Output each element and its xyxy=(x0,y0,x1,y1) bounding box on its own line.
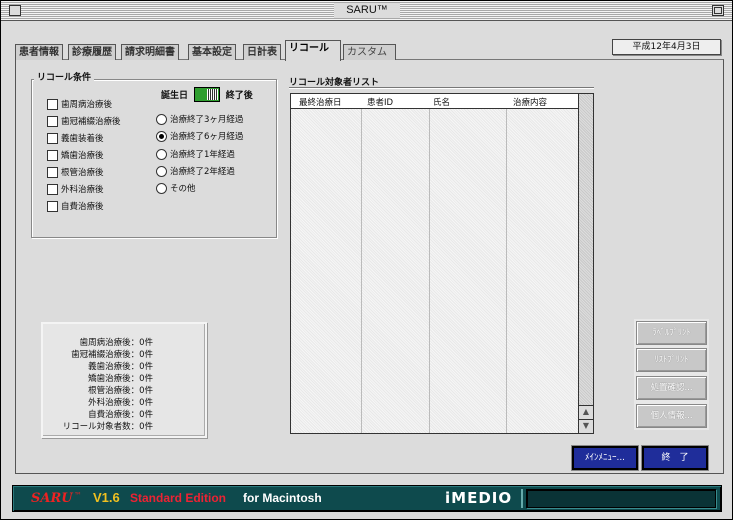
recall-summary-box: 歯周病治療後：0件 歯冠補綴治療後：0件 義歯治療後：0件 矯歯治療後：0件 根… xyxy=(41,322,207,438)
summary-root-canal: 根管治療後：0件 xyxy=(88,386,153,396)
radio-button[interactable] xyxy=(156,113,167,125)
toggle-right-label: 終了後 xyxy=(225,91,253,101)
checkbox-label: 自費治療後 xyxy=(61,202,104,212)
tab-basic-settings[interactable]: 基本設定 xyxy=(188,44,236,60)
zoom-box-icon[interactable] xyxy=(712,5,724,16)
recall-list[interactable]: 最終治療日 患者ID 氏名 治療内容 ▲ ▼ xyxy=(290,93,594,434)
radio-button[interactable] xyxy=(156,165,167,177)
radio-other[interactable]: その他 xyxy=(156,182,196,195)
footer-platform: for Macintosh xyxy=(243,491,322,505)
footer-version: V1.6 xyxy=(93,490,120,505)
checkbox-box[interactable] xyxy=(47,98,58,110)
summary-crown-prosthesis: 歯冠補綴治療後：0件 xyxy=(71,350,153,360)
checkbox-surgery[interactable]: 外科治療後 xyxy=(47,183,104,196)
checkbox-box[interactable] xyxy=(47,200,58,212)
recall-list-title-divider xyxy=(289,87,594,89)
treatment-confirm-button[interactable]: 処置確認... xyxy=(636,376,707,400)
list-print-button[interactable]: ﾘｽﾄﾌﾟﾘﾝﾄ xyxy=(636,348,707,372)
checkbox-label: 根管治療後 xyxy=(61,168,104,178)
radio-label: 治療終了6ヶ月経過 xyxy=(170,132,244,142)
column-separator xyxy=(506,109,507,433)
toggle-left-label: 誕生日 xyxy=(161,91,189,101)
checkbox-box[interactable] xyxy=(47,115,58,127)
recall-list-header: 最終治療日 患者ID 氏名 治療内容 xyxy=(291,94,578,109)
checkbox-orthodontic[interactable]: 矯歯治療後 xyxy=(47,149,104,162)
birthday-end-toggle[interactable] xyxy=(193,87,220,102)
tab-billing-statement[interactable]: 請求明細書 xyxy=(121,44,179,60)
footer-edition: Standard Edition xyxy=(130,491,226,505)
column-header-last-treatment-date[interactable]: 最終治療日 xyxy=(299,96,342,108)
column-separator xyxy=(429,109,430,433)
radio-label: 治療終了1年経過 xyxy=(170,150,235,160)
exit-button[interactable]: 終 了 xyxy=(642,446,708,470)
scrollbar-track[interactable] xyxy=(579,94,593,405)
tab-recall[interactable]: リコール xyxy=(285,40,341,61)
column-header-name[interactable]: 氏名 xyxy=(433,96,450,108)
radio-label: 治療終了2年経過 xyxy=(170,167,235,177)
checkbox-box[interactable] xyxy=(47,166,58,178)
personal-info-button[interactable]: 個人情報... xyxy=(636,404,707,428)
tab-patient-info[interactable]: 患者情報 xyxy=(15,44,63,60)
footer-logo: SARU xyxy=(31,491,73,506)
checkbox-label: 義歯装着後 xyxy=(61,134,104,144)
summary-recall-total: リコール対象者数：0件 xyxy=(62,422,153,432)
tab-custom[interactable]: カスタム xyxy=(343,44,396,60)
recall-conditions-title: リコール条件 xyxy=(34,73,95,84)
main-menu-button[interactable]: ﾒｲﾝﾒﾆｭｰ... xyxy=(572,446,638,470)
checkbox-denture[interactable]: 義歯装着後 xyxy=(47,132,104,145)
window-title: SARU™ xyxy=(334,3,400,18)
radio-button-selected[interactable] xyxy=(156,130,167,142)
title-bar[interactable]: SARU™ xyxy=(1,1,732,21)
recall-list-scrollbar[interactable]: ▲ ▼ xyxy=(578,94,593,433)
checkbox-label: 矯歯治療後 xyxy=(61,151,104,161)
radio-label: その他 xyxy=(170,184,196,194)
recall-list-body[interactable] xyxy=(291,109,578,433)
column-separator xyxy=(361,109,362,433)
close-box-icon[interactable] xyxy=(9,5,21,16)
checkbox-label: 歯冠補綴治療後 xyxy=(61,117,121,127)
checkbox-box[interactable] xyxy=(47,132,58,144)
column-header-patient-id[interactable]: 患者ID xyxy=(367,96,393,108)
checkbox-root-canal[interactable]: 根管治療後 xyxy=(47,166,104,179)
tab-daily-report[interactable]: 日計表 xyxy=(243,44,281,60)
footer-divider xyxy=(521,489,523,508)
checkbox-self-pay[interactable]: 自費治療後 xyxy=(47,200,104,213)
summary-denture: 義歯治療後：0件 xyxy=(88,362,153,372)
summary-self-pay: 自費治療後：0件 xyxy=(88,410,153,420)
radio-3-months[interactable]: 治療終了3ヶ月経過 xyxy=(156,113,243,126)
checkbox-label: 歯周病治療後 xyxy=(61,100,113,110)
summary-surgery: 外科治療後：0件 xyxy=(88,398,153,408)
scroll-down-arrow-icon[interactable]: ▼ xyxy=(579,419,593,433)
footer-bar: SARU ™ V1.6 Standard Edition for Macinto… xyxy=(12,485,722,512)
date-display: 平成12年4月3日 xyxy=(612,39,721,55)
footer-trademark: ™ xyxy=(74,491,82,500)
checkbox-label: 外科治療後 xyxy=(61,185,104,195)
radio-6-months[interactable]: 治療終了6ヶ月経過 xyxy=(156,130,243,143)
checkbox-box[interactable] xyxy=(47,149,58,161)
footer-status-panel xyxy=(526,489,716,508)
label-print-button[interactable]: ﾗﾍﾞﾙﾌﾟﾘﾝﾄ xyxy=(636,321,707,345)
tab-treatment-history[interactable]: 診療履歴 xyxy=(68,44,116,60)
summary-periodontal: 歯周病治療後：0件 xyxy=(79,338,153,348)
radio-label: 治療終了3ヶ月経過 xyxy=(170,115,244,125)
saru-window: SARU™ 患者情報 診療履歴 請求明細書 基本設定 日計表 リコール カスタム… xyxy=(0,0,733,520)
checkbox-box[interactable] xyxy=(47,183,58,195)
footer-brand-logo: iMEDIO xyxy=(445,489,513,507)
checkbox-periodontal[interactable]: 歯周病治療後 xyxy=(47,98,112,111)
summary-orthodontic: 矯歯治療後：0件 xyxy=(88,374,153,384)
radio-1-year[interactable]: 治療終了1年経過 xyxy=(156,148,235,161)
radio-button[interactable] xyxy=(156,182,167,194)
column-header-treatment[interactable]: 治療内容 xyxy=(513,96,547,108)
radio-2-years[interactable]: 治療終了2年経過 xyxy=(156,165,235,178)
scroll-up-arrow-icon[interactable]: ▲ xyxy=(579,405,593,419)
checkbox-crown-prosthesis[interactable]: 歯冠補綴治療後 xyxy=(47,115,121,128)
radio-button[interactable] xyxy=(156,148,167,160)
birthday-end-toggle-row: 誕生日 終了後 xyxy=(161,87,253,103)
